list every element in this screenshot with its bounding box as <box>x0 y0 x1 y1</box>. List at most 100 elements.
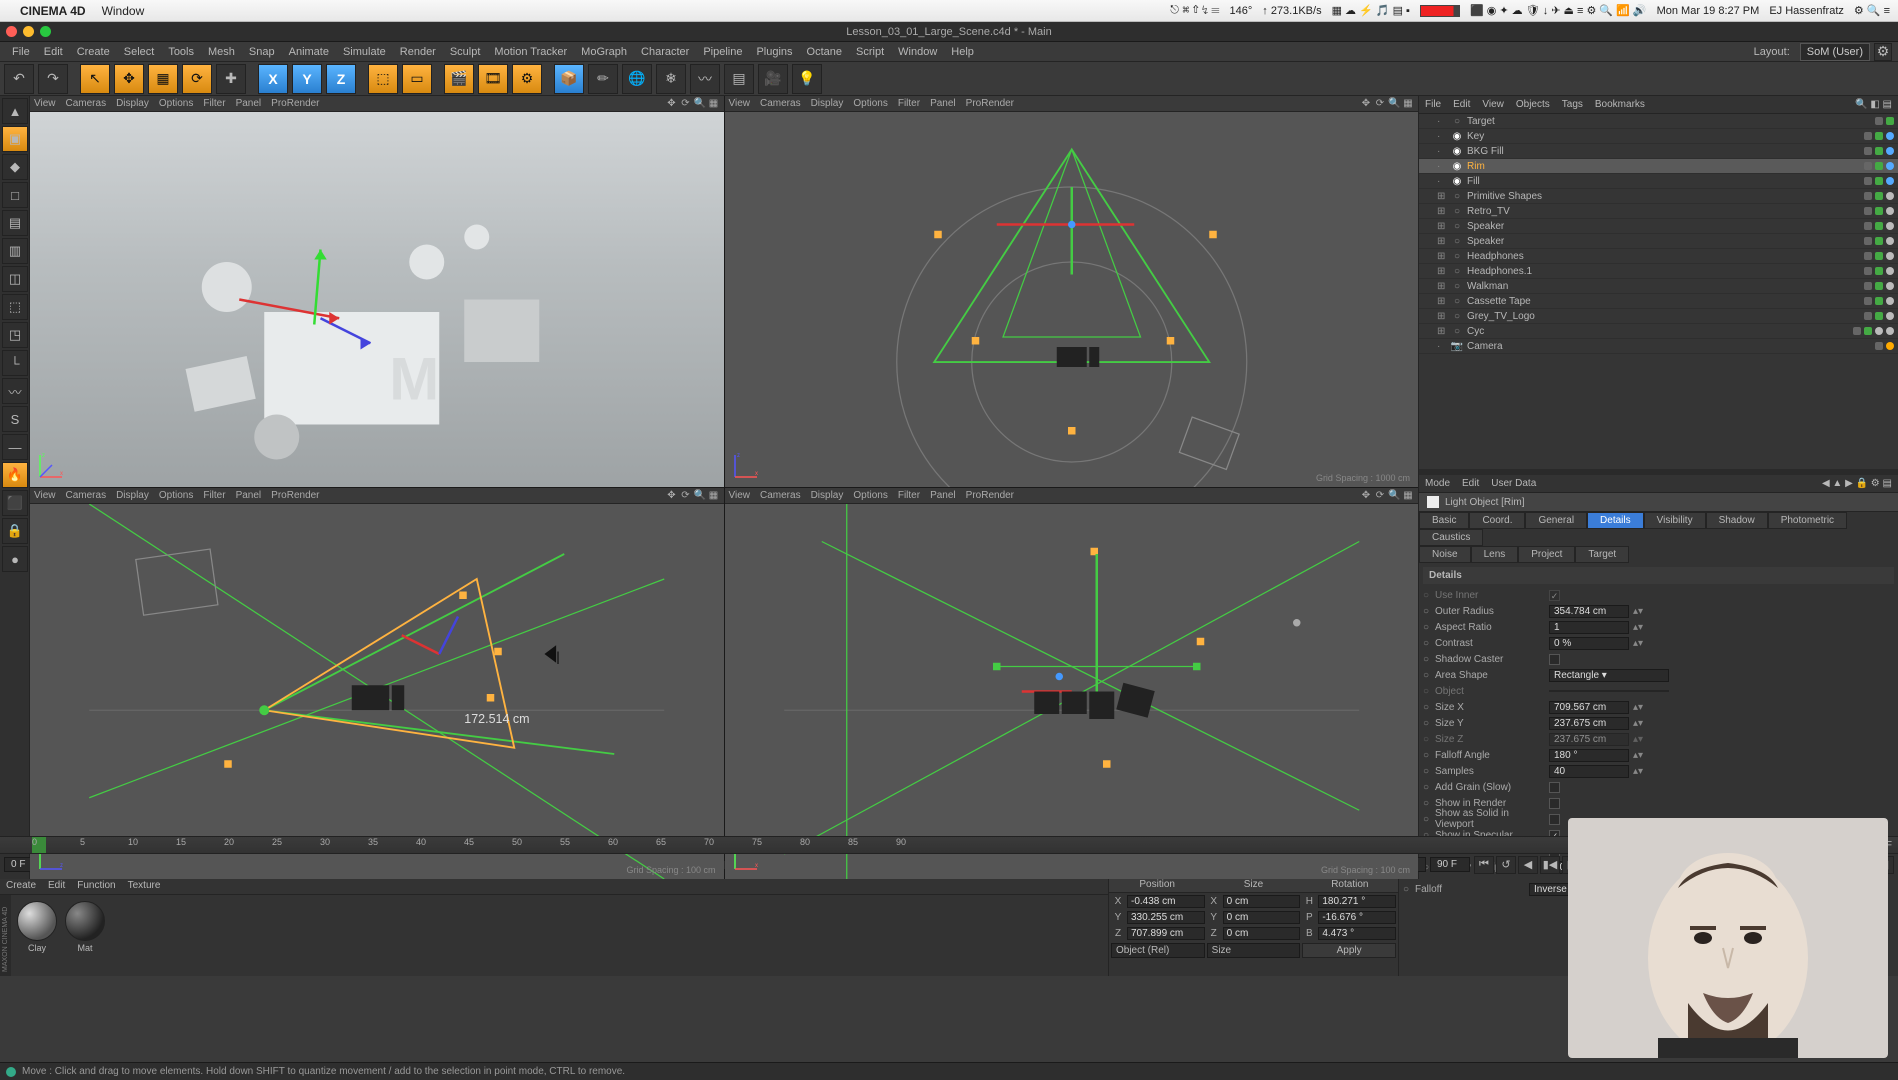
attr-tab-project[interactable]: Project <box>1518 546 1575 563</box>
tag-dot[interactable] <box>1886 342 1894 350</box>
attrmenu-edit[interactable]: Edit <box>1462 478 1479 489</box>
vp-menu-options[interactable]: Options <box>853 98 887 109</box>
attr-tab-noise[interactable]: Noise <box>1419 546 1471 563</box>
attr-tab-photometric[interactable]: Photometric <box>1768 512 1847 529</box>
tag-dot[interactable] <box>1886 162 1894 170</box>
tag-dot[interactable] <box>1875 117 1883 125</box>
coord-rot-field[interactable]: -16.676 ° <box>1318 911 1396 924</box>
toolbar-btn-4-2[interactable]: ⚙ <box>512 64 542 94</box>
vp-icon[interactable]: 🔍 <box>694 490 706 501</box>
spinner-icon[interactable]: ▴▾ <box>1633 734 1643 745</box>
tag-dot[interactable] <box>1875 207 1883 215</box>
expand-toggle[interactable]: · <box>1437 341 1447 352</box>
tag-dot[interactable] <box>1875 252 1883 260</box>
lefttool-3[interactable]: □ <box>2 182 28 208</box>
vp-menu-filter[interactable]: Filter <box>898 490 920 501</box>
expand-toggle[interactable]: ⊞ <box>1437 311 1447 322</box>
playback-btn-2[interactable]: ◀ <box>1518 856 1538 874</box>
spinner-icon[interactable]: ▴▾ <box>1633 702 1643 713</box>
object-row-primitive-shapes[interactable]: ⊞ ○ Primitive Shapes <box>1419 189 1898 204</box>
toolbar-btn-0-1[interactable]: ↷ <box>38 64 68 94</box>
lefttool-16[interactable]: ● <box>2 546 28 572</box>
toolbar-btn-1-1[interactable]: ✥ <box>114 64 144 94</box>
vp-icon[interactable]: ✥ <box>1360 490 1372 501</box>
lefttool-13[interactable]: 🔥 <box>2 462 28 488</box>
material-swatch-clay[interactable]: Clay <box>17 901 57 953</box>
playback-btn-1[interactable]: ↺ <box>1496 856 1516 874</box>
vp-icon[interactable]: ▦ <box>708 98 720 109</box>
toolbar-btn-2-0[interactable]: X <box>258 64 288 94</box>
toolbar-btn-1-3[interactable]: ⟳ <box>182 64 212 94</box>
vp-menu-display[interactable]: Display <box>116 98 149 109</box>
object-row-headphones-1[interactable]: ⊞ ○ Headphones.1 <box>1419 264 1898 279</box>
tag-dot[interactable] <box>1886 327 1894 335</box>
appmenu-render[interactable]: Render <box>394 44 442 60</box>
coord-rot-field[interactable]: 180.271 ° <box>1318 895 1396 908</box>
appmenu-pipeline[interactable]: Pipeline <box>697 44 748 60</box>
vp-menu-cameras[interactable]: Cameras <box>66 98 107 109</box>
vp-menu-cameras[interactable]: Cameras <box>760 98 801 109</box>
appmenu-plugins[interactable]: Plugins <box>750 44 798 60</box>
vp-menu-prorender[interactable]: ProRender <box>966 490 1014 501</box>
lefttool-6[interactable]: ◫ <box>2 266 28 292</box>
attr-tab-basic[interactable]: Basic <box>1419 512 1469 529</box>
appmenu-help[interactable]: Help <box>945 44 980 60</box>
viewport-front[interactable]: ViewCamerasDisplayOptionsFilterPanelProR… <box>725 488 1419 879</box>
coord-apply-button[interactable]: Apply <box>1302 943 1396 958</box>
toolbar-btn-2-1[interactable]: Y <box>292 64 322 94</box>
viewport-canvas[interactable]: M zx <box>30 112 724 487</box>
vp-menu-cameras[interactable]: Cameras <box>66 490 107 501</box>
tag-dot[interactable] <box>1875 267 1883 275</box>
toolbar-btn-3-1[interactable]: ▭ <box>402 64 432 94</box>
mac-extras[interactable]: ⚙ 🔍 ≡ <box>1854 4 1890 17</box>
number-field[interactable]: 0 % <box>1549 637 1629 650</box>
coord-size-field[interactable]: 0 cm <box>1223 911 1301 924</box>
spinner-icon[interactable]: ▴▾ <box>1633 718 1643 729</box>
object-row-speaker[interactable]: ⊞ ○ Speaker <box>1419 219 1898 234</box>
attr-tab-shadow[interactable]: Shadow <box>1706 512 1768 529</box>
matmenu-edit[interactable]: Edit <box>48 880 65 891</box>
object-row-walkman[interactable]: ⊞ ○ Walkman <box>1419 279 1898 294</box>
lefttool-11[interactable]: S <box>2 406 28 432</box>
tag-dot[interactable] <box>1864 297 1872 305</box>
object-row-rim[interactable]: · ◉ Rim <box>1419 159 1898 174</box>
tag-dot[interactable] <box>1875 312 1883 320</box>
lefttool-12[interactable]: — <box>2 434 28 460</box>
lefttool-7[interactable]: ⬚ <box>2 294 28 320</box>
tag-dot[interactable] <box>1886 282 1894 290</box>
vp-icon[interactable]: ✥ <box>666 490 678 501</box>
tag-dot[interactable] <box>1886 222 1894 230</box>
vp-menu-view[interactable]: View <box>34 98 56 109</box>
mac-user[interactable]: EJ Hassenfratz <box>1769 5 1844 17</box>
vp-menu-panel[interactable]: Panel <box>236 490 262 501</box>
vp-menu-display[interactable]: Display <box>811 490 844 501</box>
appmenu-window[interactable]: Window <box>892 44 943 60</box>
time-end-field[interactable]: 90 F <box>1430 857 1470 872</box>
toolbar-btn-1-0[interactable]: ↖ <box>80 64 110 94</box>
lefttool-10[interactable]: 〰 <box>2 378 28 404</box>
lefttool-2[interactable]: ◆ <box>2 154 28 180</box>
coord-size-field[interactable]: 0 cm <box>1223 927 1301 940</box>
vp-menu-filter[interactable]: Filter <box>203 98 225 109</box>
tag-dot[interactable] <box>1864 207 1872 215</box>
playback-btn-3[interactable]: ▮◀ <box>1540 856 1560 874</box>
tag-dot[interactable] <box>1864 282 1872 290</box>
vp-icon[interactable]: ⟳ <box>1374 490 1386 501</box>
object-row-grey-tv-logo[interactable]: ⊞ ○ Grey_TV_Logo <box>1419 309 1898 324</box>
number-field[interactable]: 709.567 cm <box>1549 701 1629 714</box>
viewport-perspective[interactable]: ViewCamerasDisplayOptionsFilterPanelProR… <box>30 96 724 487</box>
vp-menu-options[interactable]: Options <box>159 98 193 109</box>
toolbar-btn-5-4[interactable]: 〰 <box>690 64 720 94</box>
dropdown[interactable]: Rectangle ▾ <box>1549 669 1669 682</box>
vp-menu-panel[interactable]: Panel <box>930 98 956 109</box>
material-swatch-mat[interactable]: Mat <box>65 901 105 953</box>
attr-nav-icons[interactable]: ◀ ▲ ▶ 🔒 ⚙ ▤ <box>1822 478 1892 489</box>
expand-toggle[interactable]: ⊞ <box>1437 206 1447 217</box>
appmenu-sculpt[interactable]: Sculpt <box>444 44 487 60</box>
lefttool-4[interactable]: ▤ <box>2 210 28 236</box>
coord-mode-dropdown[interactable]: Object (Rel) <box>1111 943 1205 958</box>
tag-dot[interactable] <box>1886 297 1894 305</box>
playback-btn-0[interactable]: ⏮ <box>1474 856 1494 874</box>
expand-toggle[interactable]: · <box>1437 131 1447 142</box>
toolbar-btn-4-0[interactable]: 🎬 <box>444 64 474 94</box>
